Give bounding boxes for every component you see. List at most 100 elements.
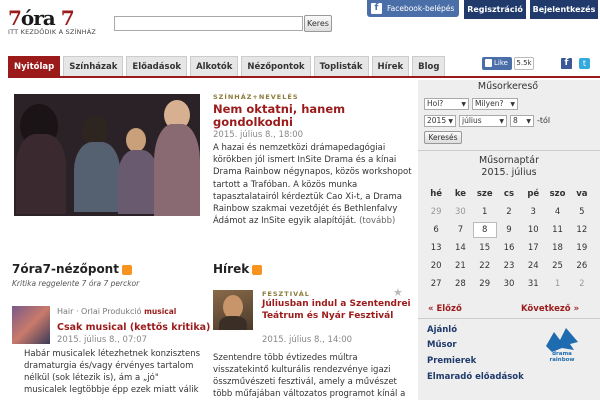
- nav-item-hirek[interactable]: Hírek: [371, 56, 410, 76]
- calendar-day-today[interactable]: 8: [472, 222, 497, 238]
- calendar-grid: hé ke sze cs pé szo va 29 30 1 2 3 4 5 6…: [424, 186, 594, 294]
- calendar-day[interactable]: 24: [521, 258, 545, 276]
- calendar-day[interactable]: 28: [448, 276, 472, 294]
- main-nav: Nyitólap Színházak Előadások Alkotók Néz…: [8, 56, 448, 76]
- location-select[interactable]: Hol? ▼: [424, 98, 469, 110]
- calendar-day[interactable]: 19: [570, 240, 594, 258]
- sidebar-link-ajanlo[interactable]: Ajánló: [427, 325, 457, 335]
- calendar-weekday: hé: [430, 189, 443, 199]
- hirek-item-title[interactable]: Júliusban indul a Szentendrei Teátrum és…: [262, 299, 412, 322]
- sidebar-link-elmarado[interactable]: Elmaradó előadások: [427, 372, 524, 382]
- hirek-section-title[interactable]: Hírek: [213, 262, 263, 276]
- featured-article-image[interactable]: [14, 94, 200, 216]
- calendar-day[interactable]: 10: [521, 222, 545, 240]
- nezopont-subtitle: Kritika reggelente 7 óra 7 perckor: [12, 279, 140, 288]
- featured-body-text: A hazai és nemzetközi drámapedagógiai kö…: [213, 143, 412, 227]
- nav-item-nyitolap[interactable]: Nyitólap: [8, 56, 61, 76]
- nav-item-toplistak[interactable]: Toplisták: [313, 56, 369, 76]
- nav-item-blog[interactable]: Blog: [412, 56, 446, 76]
- search-input[interactable]: [114, 16, 303, 31]
- login-button[interactable]: Bejelentkezés: [530, 0, 598, 19]
- calendar-weekday: ke: [454, 189, 467, 199]
- nezopont-category: Hair · Orlai Produkció musical: [57, 307, 176, 316]
- nav-item-alkotok[interactable]: Alkotók: [190, 56, 239, 76]
- register-button[interactable]: Regisztráció: [464, 0, 526, 19]
- nav-item-nezopontok[interactable]: Nézőpontok: [241, 56, 311, 76]
- calendar-day[interactable]: 29: [473, 276, 497, 294]
- day-select[interactable]: 8 ▼: [510, 115, 534, 127]
- calendar-day[interactable]: 1: [473, 204, 497, 222]
- calendar-day[interactable]: 13: [424, 240, 448, 258]
- hirek-kicker[interactable]: FESZTIVÁL: [262, 290, 310, 298]
- type-select-value: Milyen?: [475, 99, 504, 108]
- calendar-day[interactable]: 17: [521, 240, 545, 258]
- calendar-day[interactable]: 2: [497, 204, 521, 222]
- calendar-day[interactable]: 25: [545, 258, 569, 276]
- calendar-day[interactable]: 20: [424, 258, 448, 276]
- calendar-day[interactable]: 30: [448, 204, 472, 222]
- day-select-value: 8: [513, 116, 518, 125]
- facebook-share-icon[interactable]: f: [561, 58, 572, 69]
- nezopont-section-title[interactable]: 7óra7-nézőpont: [12, 262, 132, 276]
- year-select[interactable]: 2015 ▼: [424, 115, 456, 127]
- calendar-day[interactable]: 4: [545, 204, 569, 222]
- calendar-day[interactable]: 15: [473, 240, 497, 258]
- site-logo[interactable]: 7óra 7 ITT KEZDŐDIK A SZÍNHÁZ: [8, 6, 96, 36]
- featured-body: A hazai és nemzetközi drámapedagógiai kö…: [213, 142, 413, 227]
- calendar-day[interactable]: 16: [497, 240, 521, 258]
- logo-wordmark: 7óra 7: [8, 6, 75, 30]
- calendar-day[interactable]: 27: [424, 276, 448, 294]
- rss-icon[interactable]: [252, 264, 263, 275]
- calendar-day[interactable]: 1: [545, 276, 569, 294]
- featured-title[interactable]: Nem oktatni, hanem gondolkodni: [213, 103, 413, 129]
- facebook-login-button[interactable]: f Facebook-belépés: [367, 0, 459, 17]
- calendar-day[interactable]: 6: [424, 222, 448, 240]
- featured-more-link[interactable]: (tovább): [359, 216, 395, 226]
- like-label: Like: [494, 59, 508, 67]
- sidebar-link-musor[interactable]: Műsor: [427, 340, 457, 350]
- calendar-prev-link[interactable]: « Előző: [428, 304, 462, 314]
- rss-icon[interactable]: [121, 264, 132, 275]
- nav-divider: [8, 76, 600, 78]
- hirek-thumbnail[interactable]: [213, 290, 253, 330]
- calendar-next-link[interactable]: Következő »: [521, 304, 579, 314]
- sidebar-link-premierek[interactable]: Premierek: [427, 356, 476, 366]
- nezopont-thumbnail[interactable]: [12, 306, 50, 344]
- nav-item-eloadasok[interactable]: Előadások: [126, 56, 188, 76]
- calendar-day[interactable]: 5: [570, 204, 594, 222]
- drama-rainbow-logo-text: drama rainbow: [549, 351, 575, 363]
- calendar-day[interactable]: 11: [545, 222, 569, 240]
- hirek-date: 2015. július 8., 14:00: [262, 335, 353, 345]
- calendar-day[interactable]: 18: [545, 240, 569, 258]
- like-count: 5.5k: [514, 57, 534, 70]
- nezopont-tag[interactable]: musical: [144, 307, 176, 316]
- calendar-day[interactable]: 12: [570, 222, 594, 240]
- calendar-day[interactable]: 26: [570, 258, 594, 276]
- calendar-day[interactable]: 2: [570, 276, 594, 294]
- featured-kicker[interactable]: SZÍNHÁZ+NEVELÉS: [213, 93, 299, 101]
- calendar-weekday: sze: [476, 189, 493, 199]
- musorkereso-search-button[interactable]: Keresés: [424, 131, 462, 144]
- nezopont-category-text[interactable]: Hair · Orlai Produkció: [57, 307, 142, 316]
- calendar-day[interactable]: 29: [424, 204, 448, 222]
- calendar-day[interactable]: 22: [473, 258, 497, 276]
- type-select[interactable]: Milyen? ▼: [472, 98, 518, 110]
- twitter-share-icon[interactable]: t: [579, 58, 590, 69]
- calendar-day[interactable]: 23: [497, 258, 521, 276]
- calendar-day[interactable]: 21: [448, 258, 472, 276]
- facebook-like-button[interactable]: Like: [482, 57, 512, 70]
- star-icon[interactable]: ★: [393, 286, 403, 299]
- calendar-day[interactable]: 7: [448, 222, 472, 240]
- calendar-day[interactable]: 3: [521, 204, 545, 222]
- hirek-body: Szentendre több évtizedes múltra visszat…: [213, 353, 406, 399]
- month-select[interactable]: július ▼: [459, 115, 507, 127]
- chevron-down-icon: ▼: [526, 118, 531, 125]
- calendar-day[interactable]: 14: [448, 240, 472, 258]
- calendar-weekday: va: [576, 189, 588, 199]
- nav-item-szinhazak[interactable]: Színházak: [63, 56, 124, 76]
- search-button[interactable]: Keres: [304, 15, 332, 32]
- calendar-day[interactable]: 9: [497, 222, 521, 240]
- nezopont-item-title[interactable]: Csak musical (kettős kritika): [57, 322, 210, 333]
- calendar-day[interactable]: 31: [521, 276, 545, 294]
- calendar-day[interactable]: 30: [497, 276, 521, 294]
